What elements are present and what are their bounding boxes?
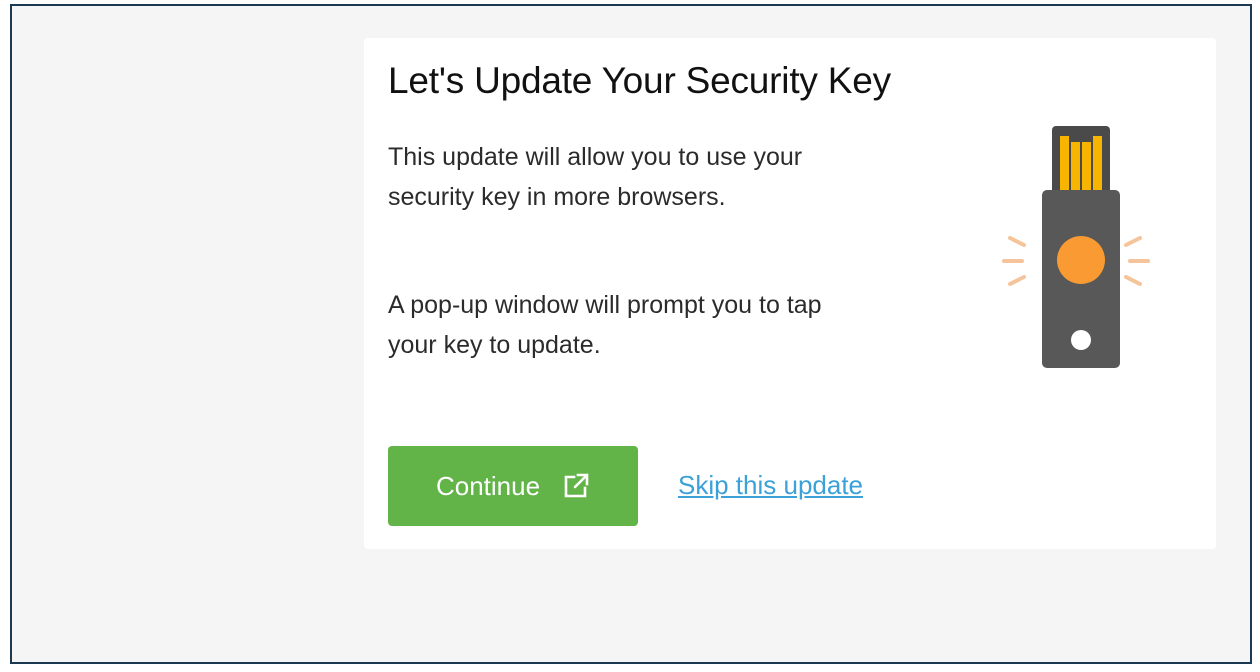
- security-key-icon: [1002, 126, 1150, 368]
- page-frame: Let's Update Your Security Key This upda…: [10, 4, 1252, 664]
- description-text: This update will allow you to use your s…: [388, 143, 803, 211]
- page-title: Let's Update Your Security Key: [388, 60, 891, 101]
- instruction-text: A pop-up window will prompt you to tap y…: [388, 291, 822, 359]
- external-link-icon: [564, 473, 589, 498]
- continue-button[interactable]: Continue: [388, 446, 638, 526]
- skip-update-link[interactable]: Skip this update: [678, 470, 863, 501]
- continue-label: Continue: [435, 470, 541, 501]
- update-card: Let's Update Your Security Key This upda…: [364, 38, 1216, 549]
